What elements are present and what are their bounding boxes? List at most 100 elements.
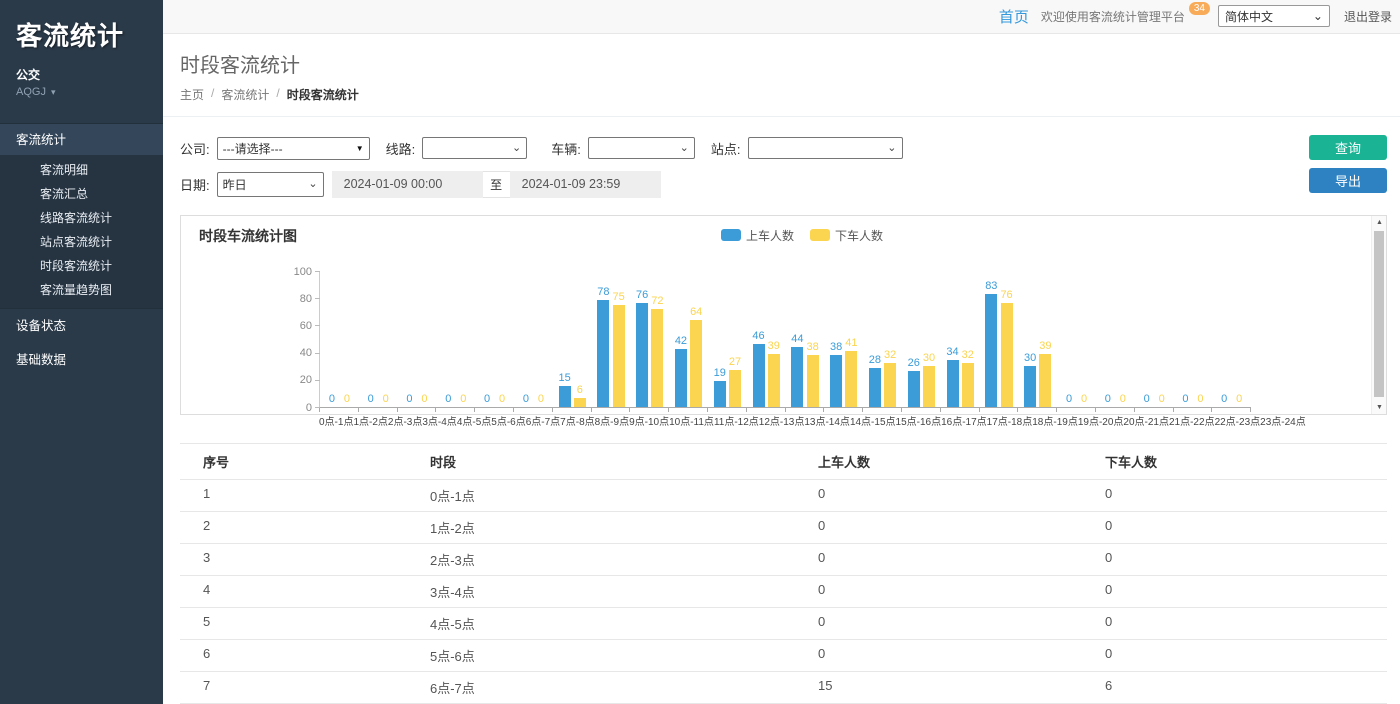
bar	[559, 386, 571, 406]
table-header-row: 序号时段上车人数下车人数	[180, 444, 1387, 480]
sidebar-item-flow-stats[interactable]: 客流统计	[0, 123, 163, 155]
search-button[interactable]: 查询	[1309, 135, 1387, 160]
table-row[interactable]: 76点-7点156	[180, 672, 1387, 704]
y-axis-tick-mark	[315, 353, 320, 354]
table-row[interactable]: 21点-2点00	[180, 512, 1387, 544]
company-code-dropdown[interactable]: AQGJ ▾	[16, 86, 153, 98]
bar-value-label: 39	[768, 340, 780, 353]
company-name: 公交	[16, 66, 153, 83]
bar-group: 3039	[1018, 272, 1057, 407]
sidebar-item-station-stats[interactable]: 站点客流统计	[0, 230, 163, 254]
x-axis-label: 7点-8点	[560, 413, 594, 428]
bar	[807, 355, 819, 407]
date-preset-value: 昨日	[223, 176, 247, 193]
chart-plot: 0204060801000000000000001567875767242641…	[319, 272, 1251, 408]
x-axis-label: 0点-1点	[319, 413, 353, 428]
sidebar-item-trend-chart[interactable]: 客流量趋势图	[0, 278, 163, 302]
bar	[690, 320, 702, 407]
company-label: 公司:	[180, 139, 210, 158]
bar-value-label: 41	[845, 337, 857, 350]
chevron-down-icon: ⌄	[680, 143, 689, 153]
legend-label: 下车人数	[835, 227, 883, 244]
company-code-label: AQGJ	[16, 86, 46, 98]
bar-group: 1927	[708, 272, 747, 407]
legend-item[interactable]: 上车人数	[721, 227, 794, 244]
bar-value-label: 0	[368, 393, 374, 406]
legend-item[interactable]: 下车人数	[810, 227, 883, 244]
breadcrumb-flow-stats[interactable]: 客流统计	[221, 86, 269, 103]
sidebar-item-base-data[interactable]: 基础数据	[0, 343, 163, 377]
x-axis-label: 8点-9点	[595, 413, 629, 428]
app-window: 客流统计 公交 AQGJ ▾ 客流统计 客流明细 客流汇总 线路客流统计 站点客…	[0, 0, 1400, 704]
sidebar: 客流统计 公交 AQGJ ▾ 客流统计 客流明细 客流汇总 线路客流统计 站点客…	[0, 0, 163, 704]
chart-scrollbar[interactable]: ▲ ▼	[1371, 216, 1386, 414]
home-link[interactable]: 首页	[999, 6, 1029, 27]
bar	[1039, 354, 1051, 407]
table-row[interactable]: 54点-5点00	[180, 608, 1387, 640]
bar-column: 28	[869, 354, 881, 406]
export-button[interactable]: 导出	[1309, 168, 1387, 193]
y-axis-tick-mark	[315, 380, 320, 381]
bar-value-label: 0	[1120, 393, 1126, 406]
x-axis-label: 9点-10点	[629, 413, 669, 428]
bar	[574, 398, 586, 406]
bar-group: 3841	[824, 272, 863, 407]
table-row[interactable]: 10点-1点00	[180, 480, 1387, 512]
bar	[830, 355, 842, 407]
bar-column: 64	[690, 306, 702, 407]
table-cell: 3	[180, 544, 407, 575]
company-select[interactable]: ---请选择--- ▼	[217, 137, 370, 160]
x-axis-label: 2点-3点	[388, 413, 422, 428]
bar-value-label: 0	[406, 393, 412, 406]
vehicle-select[interactable]: ⌄	[588, 137, 695, 159]
caret-down-icon: ▾	[51, 87, 56, 97]
x-axis-tick-mark	[902, 408, 941, 412]
bar-column: 0	[341, 393, 353, 407]
scrollbar-thumb[interactable]	[1374, 231, 1384, 397]
x-axis-tick-mark	[592, 408, 631, 412]
sidebar-item-period-stats[interactable]: 时段客流统计	[0, 254, 163, 278]
notification-badge[interactable]: 34	[1189, 2, 1210, 15]
bar	[729, 370, 741, 407]
sidebar-item-device-status[interactable]: 设备状态	[0, 309, 163, 343]
table-row[interactable]: 43点-4点00	[180, 576, 1387, 608]
scroll-down-icon[interactable]: ▼	[1372, 400, 1387, 414]
bar-group: 3432	[941, 272, 980, 407]
table-cell: 0	[1082, 608, 1387, 639]
date-to-input[interactable]: 2024-01-09 23:59	[510, 171, 661, 198]
bar-value-label: 0	[1144, 393, 1150, 406]
x-axis-label: 16点-17点	[941, 413, 987, 428]
bar-column: 0	[481, 393, 493, 407]
bar	[985, 294, 997, 407]
sidebar-item-flow-summary[interactable]: 客流汇总	[0, 182, 163, 206]
x-axis-tick-mark	[786, 408, 825, 412]
sidebar-item-flow-detail[interactable]: 客流明细	[0, 158, 163, 182]
logout-link[interactable]: 退出登录	[1344, 8, 1392, 25]
date-from-input[interactable]: 2024-01-09 00:00	[332, 171, 483, 198]
scroll-up-icon[interactable]: ▲	[1372, 216, 1387, 230]
bar-value-label: 0	[383, 393, 389, 406]
breadcrumb-home[interactable]: 主页	[180, 86, 204, 103]
topbar: 首页 欢迎使用客流统计管理平台 34 简体中文 ⌄ 退出登录	[163, 0, 1400, 34]
x-axis-tick-mark	[475, 408, 514, 412]
date-preset-select[interactable]: 昨日 ⌄	[217, 172, 324, 197]
bar-column: 0	[535, 393, 547, 407]
x-axis-tick-mark	[863, 408, 902, 412]
table-row[interactable]: 32点-3点00	[180, 544, 1387, 576]
bar-value-label: 38	[806, 341, 818, 354]
bar	[675, 349, 687, 406]
table-cell: 0	[1082, 576, 1387, 607]
table-row[interactable]: 65点-6点00	[180, 640, 1387, 672]
sidebar-item-line-stats[interactable]: 线路客流统计	[0, 206, 163, 230]
y-axis-tick-mark	[315, 325, 320, 326]
bar-column: 0	[1063, 393, 1075, 407]
station-select[interactable]: ⌄	[748, 137, 903, 159]
bar-value-label: 76	[636, 289, 648, 302]
x-axis-tick-mark	[553, 408, 592, 412]
line-select[interactable]: ⌄	[422, 137, 527, 159]
bar-column: 0	[1194, 393, 1206, 407]
language-select[interactable]: 简体中文 ⌄	[1218, 5, 1330, 27]
x-axis-label: 18点-19点	[1032, 413, 1078, 428]
bar-column: 38	[806, 341, 818, 407]
y-axis-tick-mark	[315, 271, 320, 272]
